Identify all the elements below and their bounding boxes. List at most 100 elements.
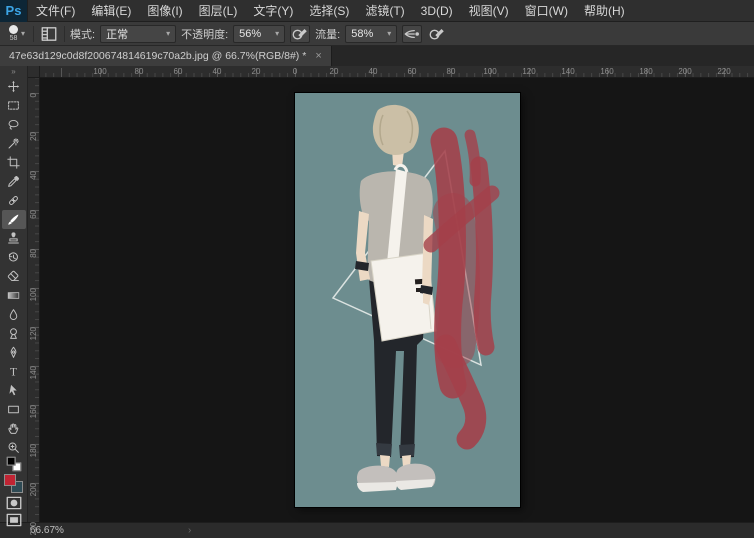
clone-stamp-tool[interactable]: [2, 229, 26, 248]
close-icon[interactable]: ×: [315, 50, 321, 62]
eraser-tool[interactable]: [2, 267, 26, 286]
horizontal-ruler[interactable]: 1008060402002040608010012014016018020022…: [40, 66, 754, 78]
menu-item[interactable]: 图像(I): [139, 0, 190, 22]
tool-palette: » T: [0, 66, 28, 522]
menu-item[interactable]: 3D(D): [413, 0, 461, 22]
ruler-label: 220: [717, 67, 730, 76]
move-tool[interactable]: [2, 77, 26, 96]
opacity-value: 56%: [239, 28, 261, 40]
airbrush-icon[interactable]: [402, 25, 422, 43]
menu-bar: Ps 文件(F)编辑(E)图像(I)图层(L)文字(Y)选择(S)滤镜(T)3D…: [0, 0, 754, 22]
brush-tip-preview: 58: [9, 25, 18, 42]
default-colors-icon[interactable]: [4, 457, 24, 471]
main-area: » T 100806040200204060801001201401601802…: [0, 66, 754, 522]
ruler-label: 60: [29, 210, 38, 219]
ps-logo: Ps: [0, 0, 28, 22]
menu-item[interactable]: 窗口(W): [517, 0, 576, 22]
ruler-label: 220: [29, 522, 38, 535]
type-tool[interactable]: T: [2, 362, 26, 381]
pen-tool[interactable]: [2, 343, 26, 362]
options-bar: 58 ▾ 模式: 正常 ▾ 不透明度: 56% ▾ 流量: 58% ▾: [0, 22, 754, 46]
ruler-label: 160: [29, 405, 38, 418]
ruler-label: 200: [678, 67, 691, 76]
ruler-label: 80: [447, 67, 456, 76]
divider: [33, 26, 34, 42]
divider: [64, 26, 65, 42]
hand-tool[interactable]: [2, 419, 26, 438]
document-canvas[interactable]: [295, 93, 520, 507]
chevron-down-icon: ▾: [21, 30, 25, 38]
ruler-label: 20: [29, 132, 38, 141]
ruler-label: 180: [639, 67, 652, 76]
canvas-area[interactable]: [40, 78, 754, 522]
flow-value: 58%: [351, 28, 373, 40]
history-brush-tool[interactable]: [2, 248, 26, 267]
ruler-label: 100: [483, 67, 496, 76]
brush-tool[interactable]: [2, 210, 26, 229]
path-selection-tool[interactable]: [2, 381, 26, 400]
brush-tip-icon: [9, 25, 18, 34]
menu-item[interactable]: 视图(V): [461, 0, 517, 22]
ruler-label: 0: [29, 93, 38, 97]
screen-mode-icon[interactable]: [4, 513, 24, 527]
pressure-size-icon[interactable]: [427, 25, 447, 43]
ruler-label: 140: [561, 67, 574, 76]
blur-tool[interactable]: [2, 305, 26, 324]
chevron-down-icon: ▾: [166, 30, 170, 38]
workspace: 1008060402002040608010012014016018020022…: [28, 66, 754, 522]
mode-value: 正常: [106, 26, 128, 42]
ruler-label: 40: [213, 67, 222, 76]
menu-item[interactable]: 图层(L): [191, 0, 246, 22]
ruler-label: 20: [252, 67, 261, 76]
ruler-label: 40: [369, 67, 378, 76]
crop-tool[interactable]: [2, 153, 26, 172]
document-tab-bar: 47e63d129c0d8f200674814619c70a2b.jpg @ 6…: [0, 46, 754, 66]
ruler-label: 80: [29, 249, 38, 258]
chevron-down-icon: ▾: [275, 30, 279, 38]
menu-item[interactable]: 选择(S): [301, 0, 357, 22]
rectangle-tool[interactable]: [2, 400, 26, 419]
brush-preset-picker[interactable]: 58 ▾: [6, 25, 28, 42]
foreground-color-swatch[interactable]: [4, 474, 16, 486]
color-swatches[interactable]: [4, 474, 23, 493]
ruler-label: 60: [408, 67, 417, 76]
ruler-label: 100: [93, 67, 106, 76]
ruler-label: 120: [29, 327, 38, 340]
pressure-opacity-icon[interactable]: [290, 25, 310, 43]
toolbar-extras: [4, 457, 24, 527]
quick-mask-icon[interactable]: [4, 496, 24, 510]
menu-item[interactable]: 文字(Y): [245, 0, 301, 22]
tool-list: T: [2, 77, 26, 457]
toggle-brush-panel-icon[interactable]: [39, 25, 59, 43]
lasso-tool[interactable]: [2, 115, 26, 134]
menu-items: 文件(F)编辑(E)图像(I)图层(L)文字(Y)选择(S)滤镜(T)3D(D)…: [28, 0, 633, 22]
vertical-ruler[interactable]: 020406080100120140160180200220: [28, 78, 40, 522]
quick-selection-tool[interactable]: [2, 134, 26, 153]
rectangular-marquee-tool[interactable]: [2, 96, 26, 115]
ruler-label: 0: [293, 67, 297, 76]
ruler-corner[interactable]: [28, 66, 40, 78]
artwork-illustration: [295, 93, 520, 507]
scrollbar-chevron-icon[interactable]: ›: [188, 525, 191, 536]
ruler-label: 160: [600, 67, 613, 76]
opacity-select[interactable]: 56% ▾: [233, 25, 285, 43]
ruler-label: 120: [522, 67, 535, 76]
menu-item[interactable]: 编辑(E): [83, 0, 139, 22]
status-bar: 66.67% ›: [0, 522, 754, 538]
ruler-label: 60: [174, 67, 183, 76]
menu-item[interactable]: 滤镜(T): [357, 0, 412, 22]
dodge-tool[interactable]: [2, 324, 26, 343]
ruler-label: 40: [29, 171, 38, 180]
mode-select[interactable]: 正常 ▾: [100, 25, 176, 43]
eyedropper-tool[interactable]: [2, 172, 26, 191]
toolbar-collapse-button[interactable]: »: [11, 67, 15, 77]
gradient-tool[interactable]: [2, 286, 26, 305]
svg-text:T: T: [10, 367, 17, 378]
ruler-label: 100: [29, 288, 38, 301]
menu-item[interactable]: 帮助(H): [576, 0, 633, 22]
menu-item[interactable]: 文件(F): [28, 0, 83, 22]
document-tab[interactable]: 47e63d129c0d8f200674814619c70a2b.jpg @ 6…: [0, 46, 332, 66]
chevron-down-icon: ▾: [387, 30, 391, 38]
spot-healing-brush-tool[interactable]: [2, 191, 26, 210]
flow-select[interactable]: 58% ▾: [345, 25, 397, 43]
